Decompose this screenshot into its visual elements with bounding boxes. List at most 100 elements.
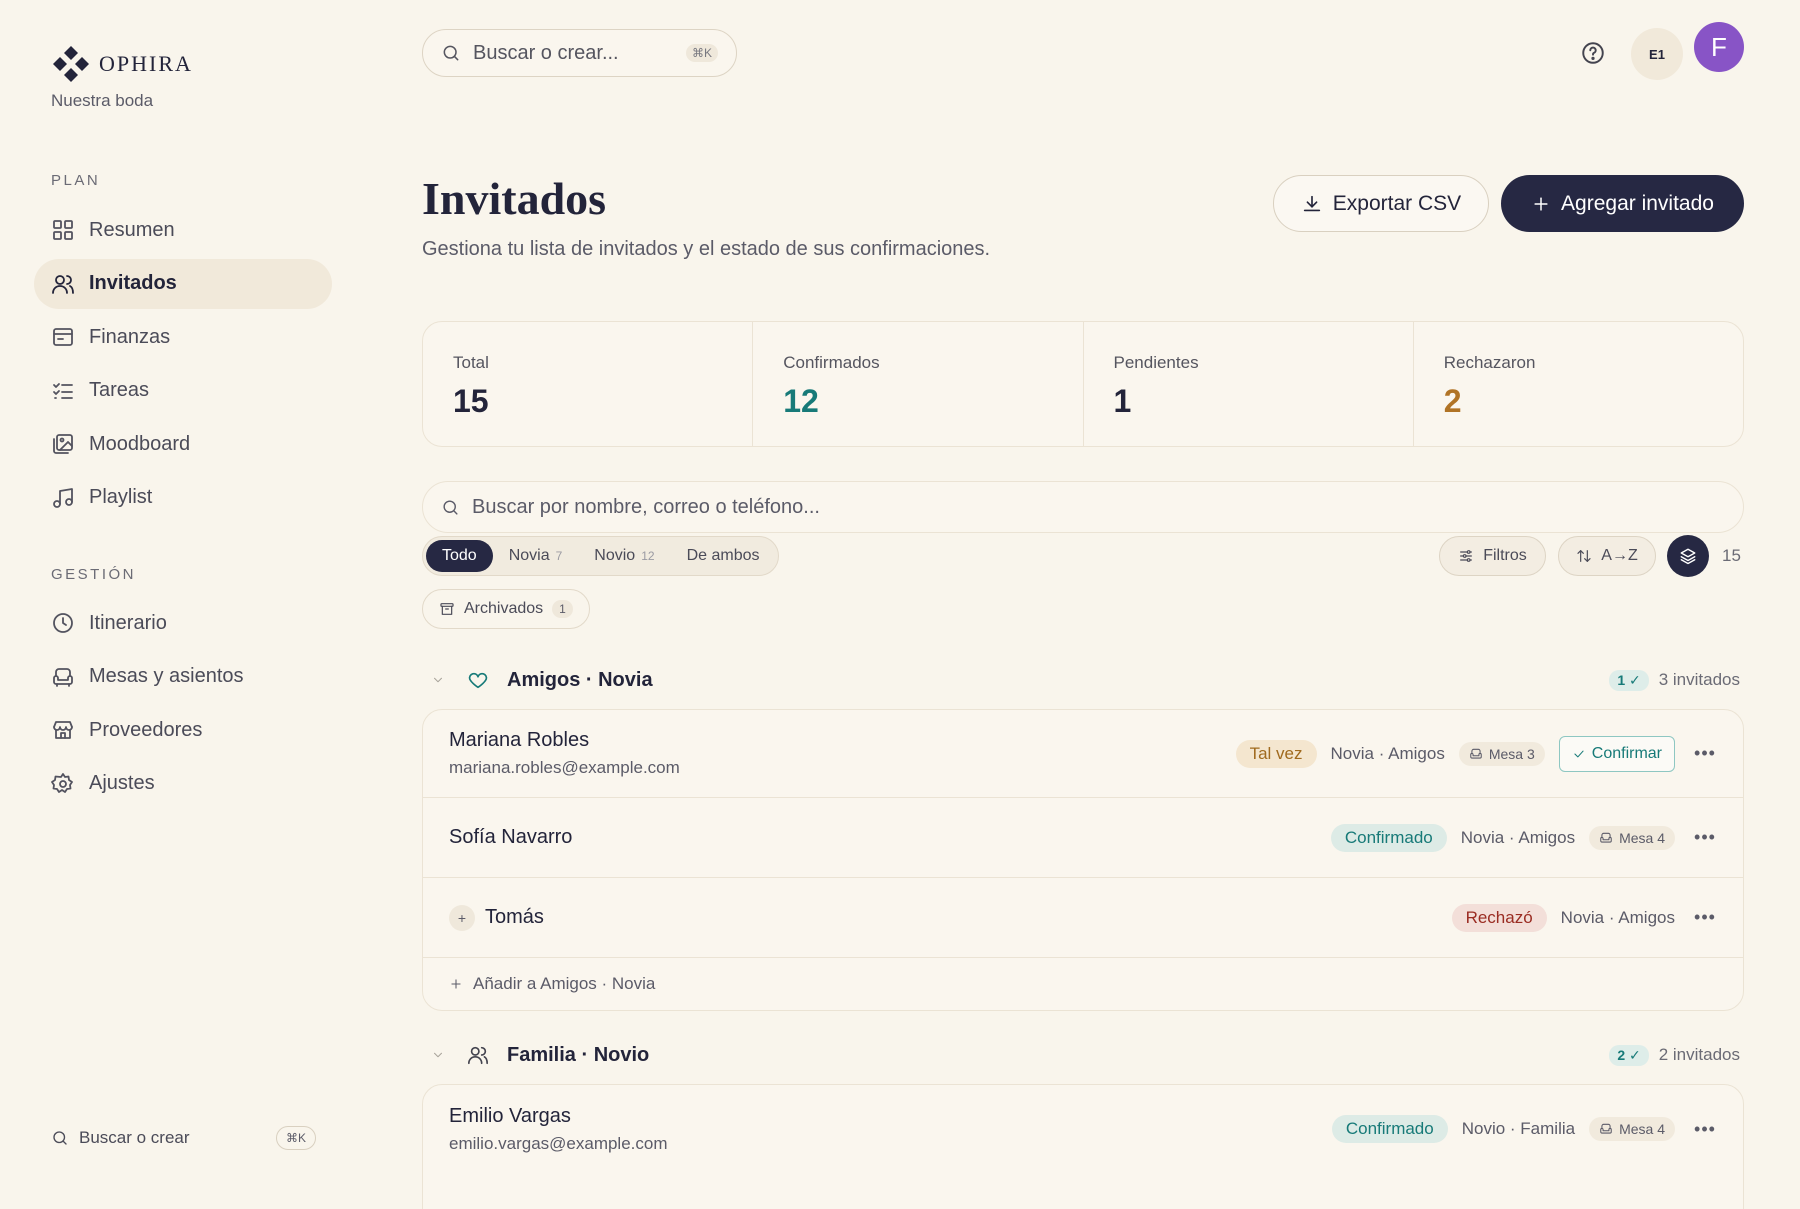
guest-row[interactable]: Mariana Robles mariana.robles@example.co…	[423, 710, 1743, 798]
archive-icon	[439, 601, 455, 617]
guest-search-input[interactable]: Buscar por nombre, correo o teléfono...	[422, 481, 1744, 533]
plus-icon	[449, 977, 463, 991]
confirm-button[interactable]: Confirmar	[1558, 735, 1675, 772]
status-badge[interactable]: Tal vez	[1235, 739, 1317, 768]
sidebar-item-invitados[interactable]: Invitados	[34, 258, 332, 309]
music-icon	[51, 486, 75, 510]
guest-name[interactable]: Emilio Vargas	[449, 1105, 668, 1128]
sidebar-search[interactable]: Buscar o crear ⌘K	[51, 1126, 316, 1150]
segment-label: Novia	[508, 547, 550, 564]
store-icon	[51, 718, 75, 742]
layers-icon	[1679, 547, 1697, 565]
stat-value: 12	[783, 383, 819, 419]
user-avatar[interactable]: F	[1694, 22, 1744, 72]
confirm-label: Confirmar	[1591, 744, 1662, 762]
checklist-icon	[51, 379, 75, 403]
filters-button[interactable]: Filtros	[1439, 536, 1546, 576]
add-to-group-label: Añadir a Amigos · Novia	[473, 973, 656, 993]
sidebar-item-finanzas[interactable]: Finanzas	[34, 312, 332, 362]
table-chip[interactable]: Mesa 4	[1589, 825, 1675, 850]
segment-de-ambos[interactable]: De ambos	[671, 540, 776, 572]
armchair-icon	[1599, 831, 1613, 845]
workspace-name: Nuestra boda	[51, 91, 154, 110]
stat-value: 1	[1113, 383, 1132, 419]
guest-name[interactable]: Mariana Robles	[449, 729, 680, 752]
sidebar-item-tareas[interactable]: Tareas	[34, 366, 332, 416]
guest-name[interactable]: Sofía Navarro	[449, 826, 572, 849]
sidebar-item-playlist[interactable]: Playlist	[34, 473, 332, 523]
guest-email: mariana.robles@example.com	[449, 758, 680, 777]
segment-label: De ambos	[686, 547, 760, 564]
guest-name[interactable]: Tomás	[485, 906, 544, 929]
sidebar-item-itinerario[interactable]: Itinerario	[34, 598, 332, 648]
section-label-gestion: GESTIÓN	[51, 566, 137, 583]
add-guest-to-group-button[interactable]: Añadir a Amigos · Novia	[423, 958, 1743, 1009]
archived-button[interactable]: Archivados 1	[422, 589, 590, 629]
search-icon	[51, 1129, 69, 1147]
workspace-badge[interactable]: E1	[1631, 28, 1683, 80]
segment-todo[interactable]: Todo	[426, 540, 493, 572]
segment-novia[interactable]: Novia 7	[493, 540, 579, 572]
page-subtitle: Gestiona tu lista de invitados y el esta…	[422, 238, 991, 260]
stat-rechazaron: Rechazaron 2	[1414, 322, 1743, 446]
chevron-down-icon[interactable]	[431, 673, 445, 687]
stat-value: 15	[453, 383, 489, 419]
plus-icon	[1531, 194, 1551, 214]
users-icon	[467, 1044, 489, 1066]
confirmed-badge: 2 ✓	[1609, 1044, 1649, 1066]
segment-count: 7	[555, 549, 563, 563]
sort-label: A→Z	[1601, 547, 1638, 564]
table-chip[interactable]: Mesa 4	[1589, 1117, 1675, 1141]
help-icon[interactable]	[1580, 40, 1606, 66]
table-label: Mesa 4	[1619, 1121, 1665, 1137]
filters-label: Filtros	[1483, 547, 1527, 564]
more-options-icon[interactable]: •••	[1693, 827, 1717, 848]
sort-button[interactable]: A→Z	[1558, 536, 1656, 576]
guest-row[interactable]: Sofía Navarro Confirmado Novia · Amigos …	[423, 798, 1743, 878]
sidebar-item-moodboard[interactable]: Moodboard	[34, 419, 332, 469]
armchair-icon	[51, 665, 75, 689]
chevron-down-icon[interactable]	[431, 1048, 445, 1062]
global-search-input[interactable]: Buscar o crear... ⌘K	[422, 29, 737, 77]
export-csv-button[interactable]: Exportar CSV	[1273, 175, 1489, 232]
more-options-icon[interactable]: •••	[1693, 743, 1717, 764]
more-options-icon[interactable]: •••	[1693, 907, 1717, 928]
guest-row[interactable]: Emilio Vargas emilio.vargas@example.com …	[423, 1085, 1743, 1173]
heart-icon	[467, 669, 489, 691]
guest-row[interactable]: + Tomás Rechazó Novia · Amigos •••	[423, 878, 1743, 958]
guest-meta: Novio · Familia	[1461, 1119, 1576, 1138]
table-chip[interactable]: Mesa 3	[1458, 741, 1545, 766]
group-card-amigos-novia: Mariana Robles mariana.robles@example.co…	[422, 709, 1744, 1011]
sidebar-item-ajustes[interactable]: Ajustes	[34, 759, 332, 809]
segment-novio[interactable]: Novio 12	[578, 540, 670, 572]
guest-meta: Novia · Amigos	[1330, 743, 1445, 763]
brand-logo[interactable]: OPHIRA	[51, 44, 193, 84]
group-header-amigos-novia[interactable]: Amigos · Novia 1 ✓ 3 invitados	[422, 665, 1744, 695]
add-guest-button[interactable]: Agregar invitado	[1501, 175, 1744, 232]
sidebar-item-proveedores[interactable]: Proveedores	[34, 705, 332, 755]
section-label-plan: PLAN	[51, 172, 101, 189]
sidebar-item-label: Invitados	[89, 272, 177, 294]
group-header-familia-novio[interactable]: Familia · Novio 2 ✓ 2 invitados	[422, 1040, 1744, 1070]
stat-pendientes: Pendientes 1	[1084, 322, 1414, 446]
sidebar-item-mesas[interactable]: Mesas y asientos	[34, 652, 332, 702]
sidebar: OPHIRA Nuestra boda PLAN Resumen Invitad…	[0, 0, 350, 1209]
shortcut-hint: ⌘K	[685, 44, 718, 62]
stat-value: 2	[1443, 383, 1462, 419]
more-options-icon[interactable]: •••	[1693, 1119, 1717, 1140]
gestion-nav: Itinerario Mesas y asientos Proveedores …	[34, 598, 332, 812]
stat-label: Confirmados	[783, 353, 880, 372]
archived-count: 1	[552, 600, 573, 618]
guest-meta: Novia · Amigos	[1560, 907, 1675, 927]
confirmed-badge: 1 ✓	[1609, 669, 1649, 691]
stat-label: Rechazaron	[1443, 353, 1536, 372]
group-toggle-button[interactable]	[1667, 535, 1709, 577]
side-filter-segments: Todo Novia 7 Novio 12 De ambos	[422, 536, 780, 576]
table-label: Mesa 3	[1488, 745, 1535, 762]
status-badge[interactable]: Rechazó	[1451, 903, 1547, 932]
users-icon	[51, 272, 75, 296]
status-badge[interactable]: Confirmado	[1330, 823, 1447, 852]
armchair-icon	[1599, 1122, 1613, 1136]
status-badge[interactable]: Confirmado	[1331, 1115, 1448, 1143]
sidebar-item-resumen[interactable]: Resumen	[34, 205, 332, 255]
